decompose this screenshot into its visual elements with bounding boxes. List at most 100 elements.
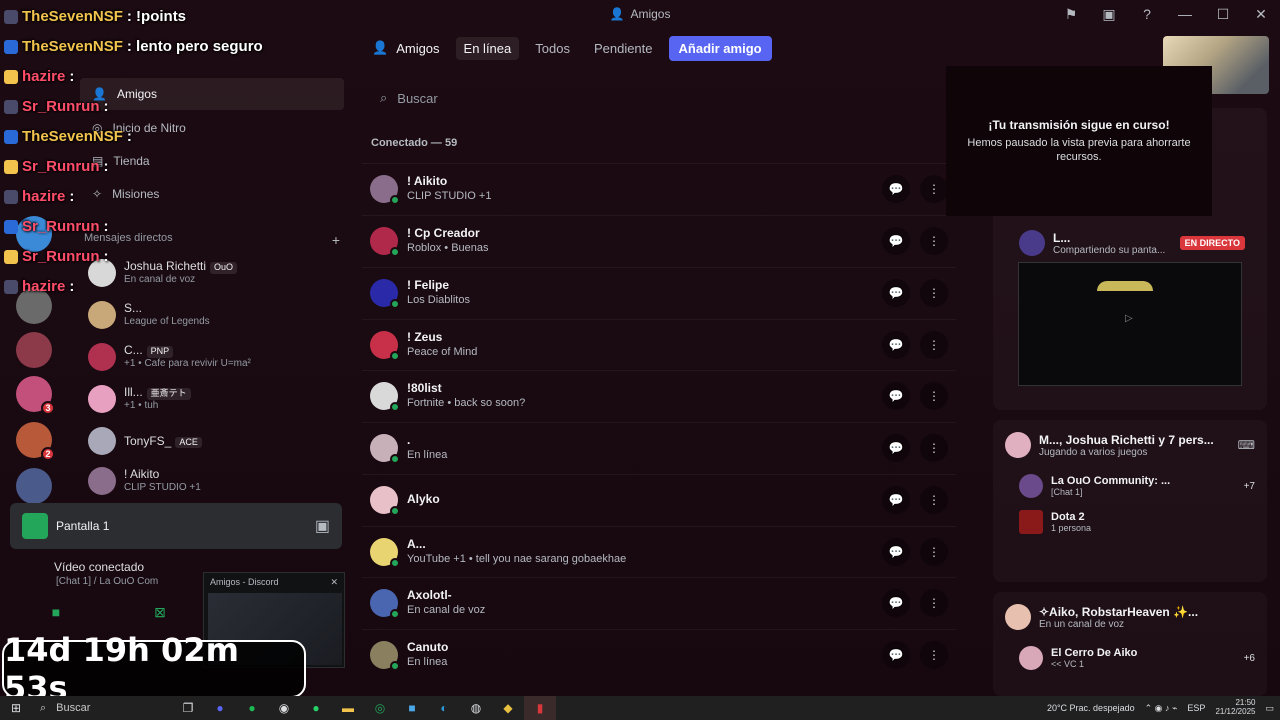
stop-stream-icon[interactable]: ▣ [315,516,330,536]
dm-item[interactable]: Ill... 亜斎テト +1 • tuh [80,378,344,420]
tab-pending[interactable]: Pendiente [586,37,661,60]
friend-name: Canuto [407,639,449,654]
app-icon[interactable]: ▮ [524,696,556,720]
server-icon[interactable] [16,332,52,368]
more-options-icon[interactable]: ⋮ [920,433,948,462]
spotify-icon[interactable]: ● [236,696,268,720]
minimize-icon[interactable]: — [1166,0,1204,28]
voice-activity-card[interactable]: ✧Aiko, RobstarHeaven ✨... En un canal de … [993,592,1267,696]
friend-row[interactable]: . En línea 💬 ⋮ [362,422,956,472]
server-icon[interactable]: 3 [16,376,55,415]
message-icon[interactable]: 💬 [882,381,910,410]
more-options-icon[interactable]: ⋮ [920,381,948,410]
friend-status: En canal de voz [407,604,486,617]
more-options-icon[interactable]: ⋮ [920,278,948,307]
friend-row[interactable]: ! Felipe Los Diablitos 💬 ⋮ [362,267,956,317]
message-icon[interactable]: 💬 [882,278,910,307]
maximize-icon[interactable]: ☐ [1204,0,1242,28]
xbox-icon[interactable]: ◎ [364,696,396,720]
dm-item[interactable]: Joshua Richetti OuO En canal de voz [80,252,344,294]
tab-all[interactable]: Todos [527,37,578,60]
unread-badge: 2 [41,447,55,461]
nav-shop[interactable]: ▤ Tienda [80,145,344,177]
friend-row[interactable]: ! Zeus Peace of Mind 💬 ⋮ [362,319,956,369]
more-options-icon[interactable]: ⋮ [920,588,948,617]
tray-icons[interactable]: ⌃ ◉ ♪ ⌁ [1145,703,1178,714]
more-options-icon[interactable]: ⋮ [920,537,948,566]
add-dm-icon[interactable]: + [332,232,340,248]
close-icon[interactable]: ✕ [1242,0,1280,28]
inbox-icon[interactable]: ▣ [1090,0,1128,28]
more-options-icon[interactable]: ⋮ [920,485,948,514]
message-icon[interactable]: 💬 [882,433,910,462]
folder-icon[interactable]: ▬ [332,696,364,720]
task-view-icon[interactable]: ❐ [172,696,204,720]
server-icon[interactable] [16,216,52,252]
steam-icon[interactable]: ◉ [268,696,300,720]
friend-row[interactable]: !80list Fortnite • back so soon? 💬 ⋮ [362,370,956,420]
discord-icon[interactable]: ● [204,696,236,720]
message-icon[interactable]: 💬 [882,485,910,514]
voice-channel-item[interactable]: El Cerro De Aiko << VC 1 +6 [993,640,1267,676]
server-icon[interactable] [16,288,52,324]
avatar [370,433,400,464]
friend-row[interactable]: ! Aikito CLIP STUDIO +1 💬 ⋮ [362,163,956,213]
nav-quests[interactable]: ✧ Misiones [80,178,344,210]
edge-icon[interactable]: ◐ [428,696,460,720]
add-friend-button[interactable]: Añadir amigo [668,35,772,61]
search-input[interactable]: ⌕ Buscar [368,86,944,110]
close-icon[interactable]: ✕ [330,577,338,588]
nav-nitro[interactable]: ◎ Inicio de Nitro [80,112,344,144]
stream-preview[interactable]: ▷ [1018,262,1242,386]
whatsapp-icon[interactable]: ● [300,696,332,720]
avatar [88,385,116,413]
more-options-icon[interactable]: ⋮ [920,226,948,255]
friends-tabs: 👤 Amigos En línea Todos Pendiente Añadir … [360,35,772,61]
more-options-icon[interactable]: ⋮ [920,640,948,669]
message-icon[interactable]: 💬 [882,174,910,203]
flag-icon[interactable]: ⚑ [1052,0,1090,28]
games-activity-card[interactable]: M..., Joshua Richetti y 7 pers... Jugando… [993,420,1267,582]
friend-row[interactable]: A... YouTube +1 • tell you nae sarang gob… [362,526,956,576]
server-icon[interactable]: 2 [16,422,55,461]
app-icon[interactable]: ◍ [460,696,492,720]
app-icon[interactable]: ◆ [492,696,524,720]
clock[interactable]: 21:50 21/12/2025 [1215,698,1255,717]
games-header: M..., Joshua Richetti y 7 pers... Jugando… [993,420,1267,468]
screen-share-panel[interactable]: Pantalla 1 ▣ [10,503,342,549]
message-icon[interactable]: 💬 [882,588,910,617]
windows-start-icon[interactable]: ⊞ [0,696,32,720]
more-options-icon[interactable]: ⋮ [920,174,948,203]
friend-row[interactable]: Alyko 💬 ⋮ [362,474,956,524]
app-icon[interactable]: ■ [396,696,428,720]
tab-online[interactable]: En línea [455,36,520,60]
help-icon[interactable]: ? [1128,0,1166,28]
message-icon[interactable]: 💬 [882,330,910,359]
message-icon[interactable]: 💬 [882,226,910,255]
dm-item[interactable]: C... PNP +1 • Cafe para revivir U=ma² [80,336,344,378]
nav-friends[interactable]: 👤 Amigos [80,78,344,110]
friend-row[interactable]: Canuto En línea 💬 ⋮ [362,629,956,679]
message-icon[interactable]: 💬 [882,640,910,669]
discord-app: 👤 Amigos ⚑ ▣ ? — ☐ ✕ 3 2 👤 Amigos ◎ Inicio… [0,0,1280,707]
game-item[interactable]: La OuO Community: ... [Chat 1] +7 [993,468,1267,504]
nitro-icon: ◎ [92,121,103,135]
play-icon[interactable]: ▷ [1125,313,1133,324]
dm-item[interactable]: TonyFS_ ACE [80,420,344,462]
friend-row[interactable]: Axolotl- En canal de voz 💬 ⋮ [362,577,956,627]
search-icon: ⌕ [380,90,388,105]
message-icon[interactable]: 💬 [882,537,910,566]
notification-icon[interactable]: ▭ [1265,703,1274,714]
more-options-icon[interactable]: ⋮ [920,330,948,359]
friend-status: Peace of Mind [407,346,478,359]
game-item[interactable]: Dota 21 persona [993,504,1267,540]
camera-icon[interactable]: ■ [26,600,86,624]
countdown-timer: 14d 19h 02m 53s [2,631,306,707]
taskbar-search[interactable]: ⌕ Buscar [32,696,172,720]
friend-row[interactable]: ! Cp Creador Roblox • Buenas 💬 ⋮ [362,215,956,265]
dm-item[interactable]: S... League of Legends [80,294,344,336]
friend-name: ! Aikito [407,173,448,188]
dm-item[interactable]: ! Aikito CLIP STUDIO +1 [80,460,344,502]
screen-share-icon[interactable]: ⊠ [130,600,190,624]
server-icon[interactable] [16,468,52,504]
